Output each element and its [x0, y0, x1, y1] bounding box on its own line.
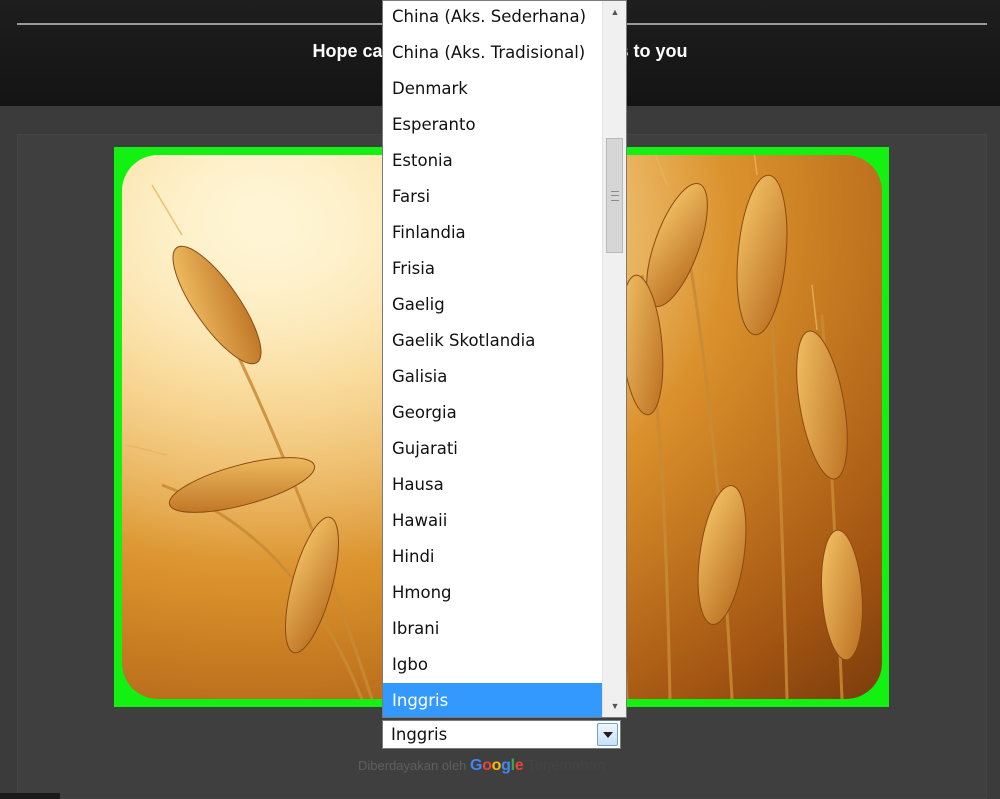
- google-logo-letter: g: [501, 757, 511, 774]
- powered-by-label: Diberdayakan oleh: [358, 758, 467, 773]
- language-option[interactable]: Frisia: [383, 251, 602, 287]
- language-option[interactable]: China (Aks. Sederhana): [383, 1, 602, 35]
- google-logo: Google: [470, 757, 524, 774]
- language-option[interactable]: Hausa: [383, 467, 602, 503]
- language-option[interactable]: Hindi: [383, 539, 602, 575]
- language-select[interactable]: Inggris: [382, 720, 621, 749]
- chevron-down-icon[interactable]: [597, 723, 618, 746]
- google-logo-letter: o: [491, 757, 502, 774]
- language-option[interactable]: Finlandia: [383, 215, 602, 251]
- translate-link[interactable]: Terjemahan: [527, 757, 605, 774]
- page: Hope ca ts to you China (Aks. Sederhana)…: [0, 0, 1000, 799]
- language-option[interactable]: Ibrani: [383, 611, 602, 647]
- language-option[interactable]: Igbo: [383, 647, 602, 683]
- language-dropdown-list[interactable]: China (Aks. Sederhana) China (Aks. Tradis…: [382, 0, 627, 718]
- language-option[interactable]: Gujarati: [383, 431, 602, 467]
- language-select-value: Inggris: [391, 725, 448, 744]
- language-option[interactable]: Esperanto: [383, 107, 602, 143]
- header-message-left: Hope ca: [312, 41, 383, 61]
- language-option[interactable]: Estonia: [383, 143, 602, 179]
- scroll-up-arrow-icon[interactable]: ▲: [603, 1, 626, 23]
- google-logo-letter: e: [514, 757, 524, 774]
- language-option[interactable]: Denmark: [383, 71, 602, 107]
- grip-icon: [611, 191, 619, 201]
- dropdown-scrollbar[interactable]: ▲ ▼: [602, 1, 626, 717]
- language-option[interactable]: Georgia: [383, 395, 602, 431]
- language-option[interactable]: Gaelig: [383, 287, 602, 323]
- language-option[interactable]: Galisia: [383, 359, 602, 395]
- google-logo-letter: o: [482, 757, 492, 774]
- language-option[interactable]: Farsi: [383, 179, 602, 215]
- google-logo-letter: G: [470, 757, 483, 774]
- language-option[interactable]: Hmong: [383, 575, 602, 611]
- language-option[interactable]: Gaelik Skotlandia: [383, 323, 602, 359]
- language-option[interactable]: Inggris: [383, 683, 602, 717]
- language-option[interactable]: China (Aks. Tradisional): [383, 35, 602, 71]
- bottom-left-divider: [0, 793, 60, 799]
- scroll-thumb[interactable]: [606, 138, 623, 253]
- language-option[interactable]: Hawaii: [383, 503, 602, 539]
- scroll-down-arrow-icon[interactable]: ▼: [603, 695, 626, 717]
- powered-by-google: Diberdayakan oleh Google Terjemahan: [358, 757, 605, 775]
